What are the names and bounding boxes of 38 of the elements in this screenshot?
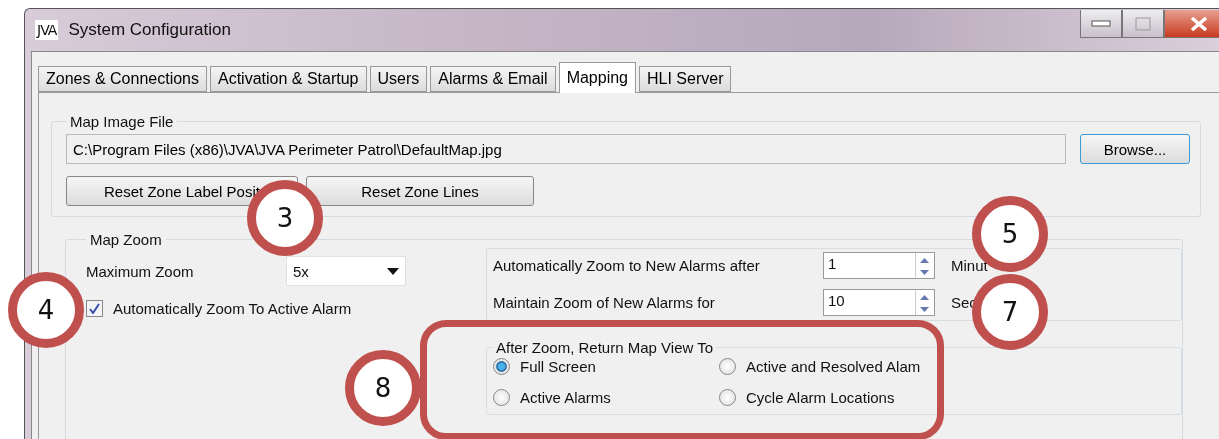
minimize-icon (1091, 19, 1111, 28)
window-title: System Configuration (68, 20, 232, 40)
radio-button[interactable] (719, 358, 736, 375)
radio-label: Cycle Alarm Locations (746, 389, 895, 406)
browse-button[interactable]: Browse... (1080, 134, 1190, 164)
app-logo: JVA (35, 20, 59, 40)
maximum-zoom-label: Maximum Zoom (86, 262, 194, 280)
radio-button[interactable] (493, 389, 510, 406)
tab[interactable]: Activation & Startup (210, 66, 367, 92)
tab[interactable]: Alarms & Email (430, 66, 556, 92)
checkbox[interactable] (86, 300, 103, 317)
zoom-dropdown[interactable]: 5x (286, 256, 406, 286)
radio-label: Active and Resolved Alam (746, 358, 921, 375)
path-field[interactable]: C:\Program Files (x86)\JVA\JVA Perimeter Patrol\DefaultMap.jpg (66, 134, 1066, 164)
group-legend: Map Image File (66, 113, 178, 130)
maximize-button[interactable] (1122, 10, 1164, 38)
tab[interactable]: Zones & Connections (38, 66, 207, 92)
caret-icon (387, 267, 399, 275)
group-legend: Map Zoom (86, 231, 166, 248)
tab[interactable]: Mapping (558, 62, 636, 93)
timing-label: Maintain Zoom of New Alarms for (493, 294, 716, 311)
minimize-button[interactable] (1080, 10, 1122, 38)
radio-label: Active Alarms (520, 389, 611, 406)
radio-label: Full Screen (520, 358, 596, 375)
checkbox-label: Automatically Zoom To Active Alarm (113, 300, 352, 317)
radio-button[interactable] (493, 358, 510, 375)
number-spinner[interactable]: 10 (823, 289, 935, 316)
group-legend: After Zoom, Return Map View To (493, 339, 717, 356)
tab[interactable]: HLI Server (639, 66, 732, 92)
check-icon (89, 303, 100, 314)
radio-button[interactable] (719, 389, 736, 406)
maximize-icon (1135, 16, 1151, 31)
tab[interactable]: Users (369, 66, 428, 92)
reset-button[interactable]: Reset Zone Lines (306, 176, 534, 206)
close-button[interactable] (1164, 10, 1219, 38)
timing-label: Automatically Zoom to New Alarms after (493, 257, 761, 274)
number-spinner[interactable]: 1 (823, 252, 935, 279)
close-icon (1190, 16, 1208, 31)
